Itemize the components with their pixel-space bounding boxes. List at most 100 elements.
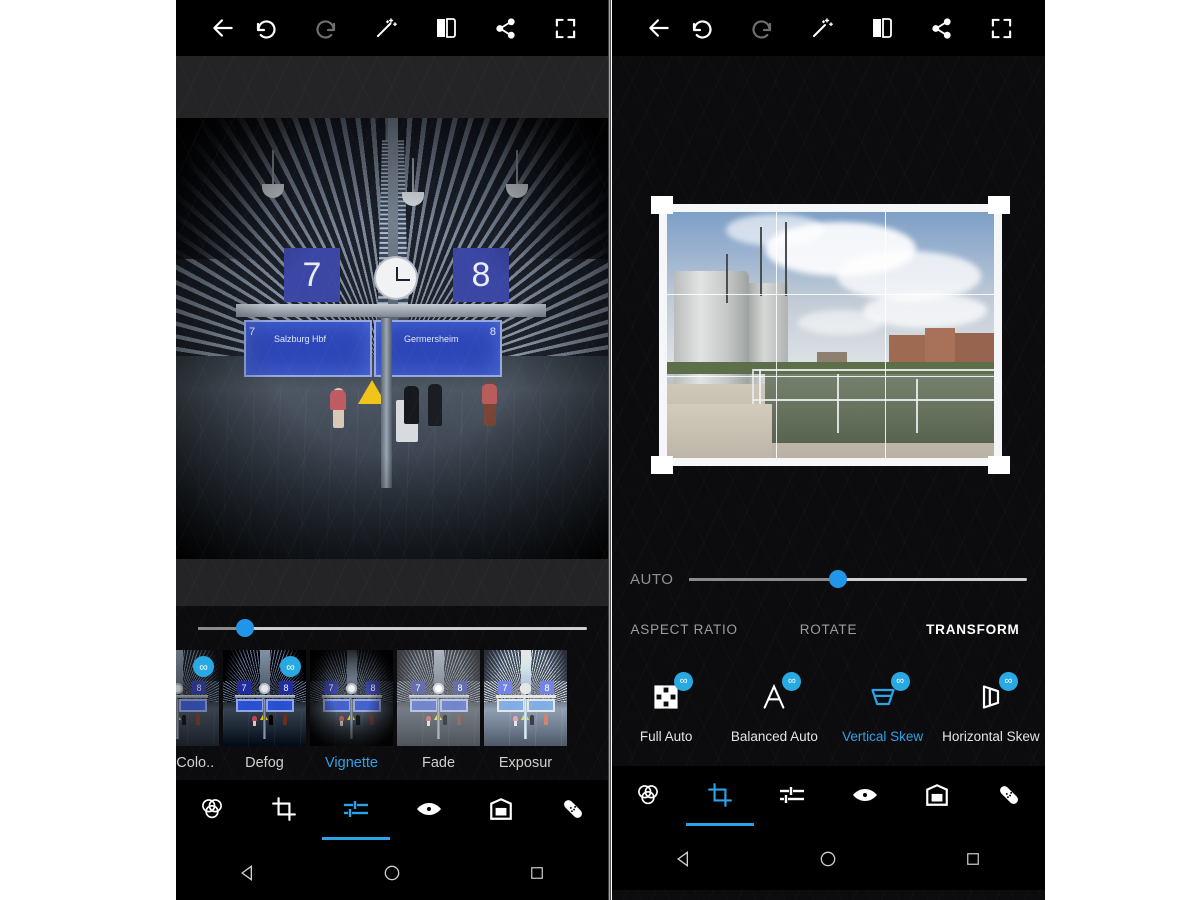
left-system-navbar bbox=[176, 842, 609, 900]
tool-red-eye[interactable] bbox=[401, 788, 457, 834]
creative-cloud-badge-icon: ∞ bbox=[782, 672, 801, 691]
back-arrow-icon[interactable] bbox=[202, 6, 245, 50]
adjust-icon bbox=[778, 782, 806, 813]
auto-slider-track[interactable] bbox=[689, 578, 1027, 581]
right-top-toolbar bbox=[612, 0, 1045, 56]
transform-option-full-auto[interactable]: ∞Full Auto bbox=[612, 679, 720, 744]
auto-enhance-wand-icon[interactable] bbox=[365, 6, 408, 50]
auto-slider-knob[interactable] bbox=[829, 570, 847, 588]
filter-thumbnail[interactable]: 78 bbox=[397, 650, 480, 746]
left-photo-canvas[interactable]: 7 8 7 Salzburg Hbf Germersheim 8 bbox=[176, 118, 609, 559]
screenshot-root: 7 8 7 Salzburg Hbf Germersheim 8 bbox=[0, 0, 1200, 900]
active-tool-underline bbox=[322, 837, 390, 840]
active-tool-underline bbox=[686, 823, 754, 826]
compare-before-after-icon[interactable] bbox=[424, 6, 467, 50]
fullscreen-icon[interactable] bbox=[544, 6, 587, 50]
crop-handle-top-right[interactable] bbox=[988, 196, 1010, 214]
creative-cloud-badge-icon: ∞ bbox=[891, 672, 910, 691]
creative-cloud-badge-icon: ∞ bbox=[193, 656, 214, 677]
crop-mode-tabs: ASPECT RATIOROTATETRANSFORM bbox=[612, 602, 1045, 656]
fullscreen-icon[interactable] bbox=[980, 6, 1023, 50]
share-icon[interactable] bbox=[484, 6, 527, 50]
filter-thumbnail[interactable]: 78∞ bbox=[223, 650, 306, 746]
filter-label[interactable]: Vignette bbox=[310, 755, 393, 771]
right-photo-canvas[interactable] bbox=[612, 56, 1045, 556]
crop-handle-top-left[interactable] bbox=[651, 196, 673, 214]
tool-crop[interactable] bbox=[256, 788, 312, 834]
transform-option-label: Balanced Auto bbox=[731, 729, 818, 744]
looks-icon bbox=[635, 782, 661, 813]
right-phone-panel: AUTO ASPECT RATIOROTATETRANSFORM ∞Full A… bbox=[612, 0, 1045, 900]
auto-slider-row: AUTO bbox=[612, 556, 1045, 602]
filter-thumbnail[interactable]: 78 bbox=[484, 650, 567, 746]
tool-looks[interactable] bbox=[620, 774, 676, 820]
transform-option-balanced-auto[interactable]: ∞ Balanced Auto bbox=[720, 679, 828, 744]
crop-grid-line bbox=[885, 212, 886, 458]
tool-red-eye[interactable] bbox=[837, 774, 893, 820]
filter-label[interactable]: Exposur bbox=[484, 755, 567, 771]
share-icon[interactable] bbox=[920, 6, 963, 50]
red-eye-icon bbox=[851, 782, 879, 813]
right-system-navbar bbox=[612, 828, 1045, 890]
auto-enhance-wand-icon[interactable] bbox=[801, 6, 844, 50]
sysnav-recents-icon[interactable] bbox=[948, 839, 998, 879]
undo-icon[interactable] bbox=[245, 6, 288, 50]
tab-aspect-ratio[interactable]: ASPECT RATIO bbox=[612, 622, 756, 637]
red-eye-icon bbox=[415, 796, 443, 827]
healing-icon bbox=[560, 796, 586, 827]
tool-healing[interactable] bbox=[545, 788, 601, 834]
tool-looks[interactable] bbox=[184, 788, 240, 834]
canvas-top-band bbox=[176, 56, 609, 118]
intensity-slider-row bbox=[176, 606, 609, 650]
sysnav-recents-icon[interactable] bbox=[512, 853, 562, 893]
compare-before-after-icon[interactable] bbox=[860, 6, 903, 50]
redo-icon[interactable] bbox=[741, 6, 784, 50]
crop-icon bbox=[707, 782, 733, 813]
crop-handle-bottom-left[interactable] bbox=[651, 456, 673, 474]
transform-option-vertical-skew[interactable]: ∞Vertical Skew bbox=[829, 679, 937, 744]
back-arrow-icon[interactable] bbox=[638, 6, 681, 50]
filter-thumbnail[interactable]: 78 bbox=[310, 650, 393, 746]
grid-icon: ∞ bbox=[643, 679, 689, 715]
sysnav-back-icon[interactable] bbox=[659, 839, 709, 879]
redo-icon[interactable] bbox=[305, 6, 348, 50]
transform-option-label: Vertical Skew bbox=[842, 729, 923, 744]
transform-option-horizontal-skew[interactable]: ∞Horizontal Skew bbox=[937, 679, 1045, 744]
crop-handle-bottom-right[interactable] bbox=[988, 456, 1010, 474]
creative-cloud-badge-icon: ∞ bbox=[999, 672, 1018, 691]
filter-thumbnail-strip[interactable]: 78∞78∞787878 bbox=[176, 650, 609, 746]
filter-label[interactable]: duce Colo.. bbox=[176, 755, 219, 771]
sysnav-back-icon[interactable] bbox=[223, 853, 273, 893]
tab-transform[interactable]: TRANSFORM bbox=[901, 622, 1045, 637]
sysnav-home-icon[interactable] bbox=[367, 853, 417, 893]
tool-adjust[interactable] bbox=[328, 788, 384, 834]
filter-label-strip: duce Colo..DefogVignetteFadeExposur bbox=[176, 746, 609, 780]
intensity-slider-knob[interactable] bbox=[236, 619, 254, 637]
tool-borders[interactable] bbox=[473, 788, 529, 834]
tool-borders[interactable] bbox=[909, 774, 965, 820]
canvas-bottom-band bbox=[176, 559, 609, 606]
intensity-slider-track[interactable] bbox=[198, 627, 587, 630]
tab-rotate[interactable]: ROTATE bbox=[756, 622, 900, 637]
healing-icon bbox=[996, 782, 1022, 813]
crop-icon bbox=[271, 796, 297, 827]
right-tool-navbar bbox=[612, 766, 1045, 828]
borders-icon bbox=[488, 796, 514, 827]
tool-crop[interactable] bbox=[692, 774, 748, 820]
vignette-overlay bbox=[176, 118, 609, 559]
crop-frame[interactable] bbox=[659, 204, 1002, 466]
filter-label[interactable]: Defog bbox=[223, 755, 306, 771]
crop-grid-line bbox=[667, 294, 994, 295]
tool-healing[interactable] bbox=[981, 774, 1037, 820]
undo-icon[interactable] bbox=[681, 6, 724, 50]
filter-thumbnail[interactable]: 78∞ bbox=[176, 650, 219, 746]
sysnav-home-icon[interactable] bbox=[803, 839, 853, 879]
crop-grid-line bbox=[667, 376, 994, 377]
filter-label[interactable]: Fade bbox=[397, 755, 480, 771]
letter-a-icon: ∞ bbox=[751, 679, 797, 715]
transform-option-label: Horizontal Skew bbox=[942, 729, 1040, 744]
tool-adjust[interactable] bbox=[764, 774, 820, 820]
crop-grid-line bbox=[776, 212, 777, 458]
rooftop-photo bbox=[667, 212, 994, 458]
train-station-photo: 7 8 7 Salzburg Hbf Germersheim 8 bbox=[176, 118, 609, 559]
